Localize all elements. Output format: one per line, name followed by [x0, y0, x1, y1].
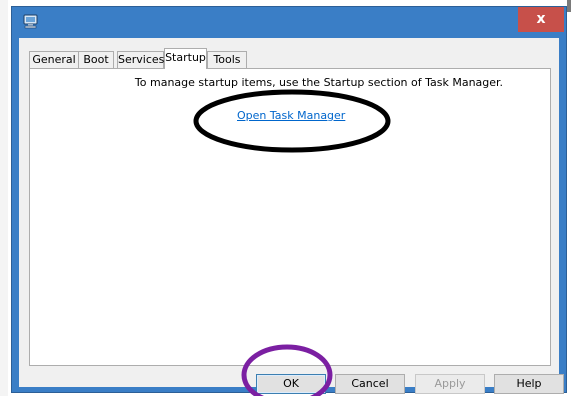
tab-tools[interactable]: Tools: [207, 51, 247, 68]
background-mark: [567, 0, 571, 12]
apply-button: Apply: [415, 374, 485, 394]
cancel-button[interactable]: Cancel: [335, 374, 405, 394]
tab-general[interactable]: General: [29, 51, 79, 68]
close-icon: x: [536, 11, 546, 27]
ok-button[interactable]: OK: [256, 374, 326, 394]
tab-boot[interactable]: Boot: [78, 51, 114, 68]
tab-services[interactable]: Services: [117, 51, 164, 68]
startup-tab-panel: To manage startup items, use the Startup…: [29, 68, 551, 366]
system-configuration-window: x General Boot Services Startup Tools To…: [11, 6, 567, 394]
open-task-manager-link[interactable]: Open Task Manager: [237, 109, 345, 122]
dialog-client-area: General Boot Services Startup Tools To m…: [19, 38, 564, 394]
title-bar[interactable]: x: [12, 7, 566, 38]
startup-message: To manage startup items, use the Startup…: [134, 76, 504, 89]
tab-startup[interactable]: Startup: [164, 48, 207, 69]
background-strip: [0, 0, 8, 396]
close-button[interactable]: x: [518, 7, 564, 32]
msconfig-computer-icon: [23, 14, 38, 29]
screenshot: x General Boot Services Startup Tools To…: [0, 0, 574, 396]
help-button[interactable]: Help: [494, 374, 564, 394]
